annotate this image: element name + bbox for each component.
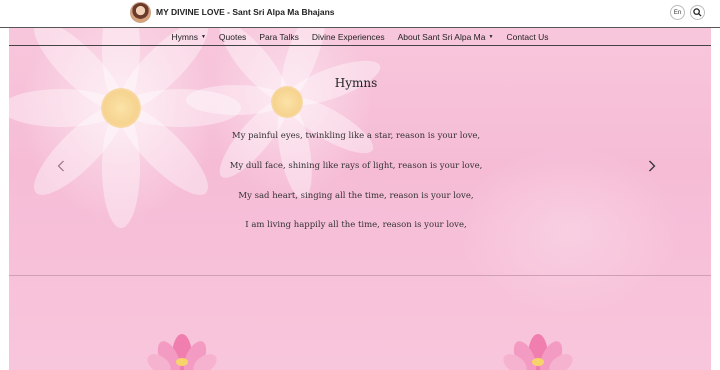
chevron-left-icon [57, 160, 64, 172]
top-header: MY DIVINE LOVE - Sant Sri Alpa Ma Bhajan… [0, 0, 720, 28]
nav-item-about[interactable]: About Sant Sri Alpa Ma ▼ [398, 32, 494, 42]
caret-down-icon: ▼ [488, 33, 494, 40]
nav-item-quotes[interactable]: Quotes [219, 32, 246, 42]
hymn-line: My dull face, shining like rays of light… [229, 161, 483, 171]
chevron-right-icon [649, 160, 656, 172]
nav-item-hymns[interactable]: Hymns ▼ [172, 32, 206, 42]
search-button[interactable] [690, 5, 705, 20]
site-title[interactable]: MY DIVINE LOVE - Sant Sri Alpa Ma Bhajan… [156, 7, 335, 17]
hymn-line: I am living happily all the time, reason… [245, 220, 467, 230]
nav-item-divine-experiences[interactable]: Divine Experiences [312, 32, 385, 42]
carousel-prev-button[interactable] [54, 158, 68, 174]
caret-down-icon: ▼ [200, 33, 206, 40]
nav-item-para-talks[interactable]: Para Talks [259, 32, 299, 42]
nav-item-label: Divine Experiences [311, 31, 385, 42]
nav-item-label: Contact Us [506, 31, 549, 42]
nav-item-label: Para Talks [259, 31, 299, 42]
nav-item-contact[interactable]: Contact Us [506, 32, 548, 42]
main-nav: Hymns ▼ Quotes Para Talks Divine Experie… [9, 28, 711, 46]
avatar[interactable] [130, 2, 151, 23]
section-divider [9, 275, 711, 276]
hymn-line: My sad heart, singing all the time, reas… [238, 191, 474, 201]
lotus-icon [147, 334, 217, 370]
page-title: Hymns [334, 76, 378, 90]
lotus-icon [503, 334, 573, 370]
hymn-line: My painful eyes, twinkling like a star, … [231, 131, 481, 141]
language-button[interactable]: En [670, 5, 685, 20]
nav-item-label: Hymns [171, 31, 198, 42]
carousel-next-button[interactable] [645, 158, 659, 174]
search-icon [693, 8, 702, 17]
nav-item-label: Quotes [218, 31, 247, 42]
hero-background [9, 0, 711, 370]
nav-item-label: About Sant Sri Alpa Ma [397, 31, 486, 42]
